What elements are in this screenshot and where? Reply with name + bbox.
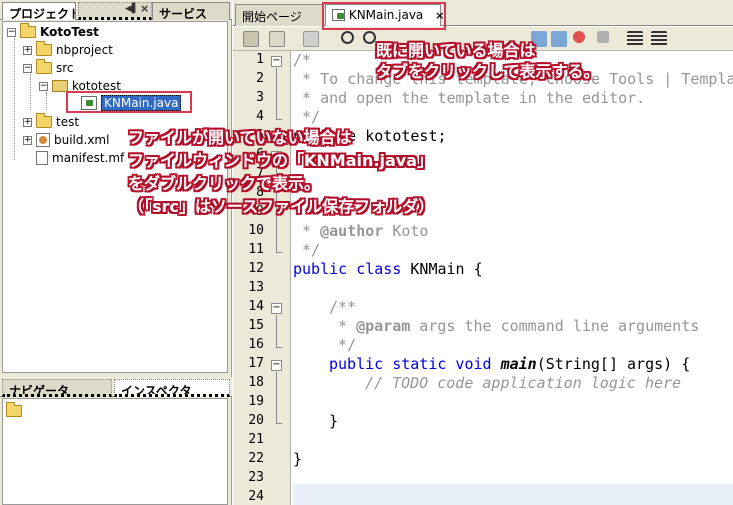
line-number: 10 (248, 223, 264, 238)
project-icon (20, 23, 36, 38)
fold-guide (276, 315, 277, 347)
line-number: 22 (248, 451, 264, 466)
file-icon (36, 151, 48, 165)
line-number: 1 (256, 52, 264, 67)
line-number: 2 (256, 71, 264, 86)
line-number: 24 (248, 489, 264, 504)
code-line-1: /* (293, 51, 312, 69)
expand-icon[interactable]: + (23, 45, 32, 55)
line-number: 14 (248, 299, 264, 314)
line-number: 18 (248, 375, 264, 390)
line-number: 11 (248, 242, 264, 257)
forward-icon[interactable] (303, 31, 319, 47)
tab-inspector[interactable]: インスペクタ (114, 379, 230, 397)
code-line-15: * @param args the command line arguments (329, 317, 700, 335)
project-tabbar: プロジェクト ◀▌ × サービス (0, 0, 232, 20)
folder-icon (6, 402, 22, 417)
tree-node-nbproject[interactable]: + nbproject (23, 41, 113, 58)
fold-guide (276, 372, 277, 423)
code-line-11: */ (293, 241, 321, 259)
fold-toggle-icon[interactable]: − (271, 56, 282, 67)
line-number: 20 (248, 413, 264, 428)
code-line-20: } (329, 412, 339, 430)
tab-highlight-box (322, 2, 446, 30)
inspector-panel (2, 398, 228, 505)
comment-icon[interactable] (627, 31, 643, 47)
code-line-17: public static void main(String[] args) { (329, 355, 691, 373)
line-number: 17 (248, 356, 264, 371)
code-line-16: */ (329, 336, 357, 354)
maximize-icon[interactable]: ◀▌ (125, 4, 139, 14)
code-line-22: } (293, 450, 303, 468)
left-panels: プロジェクト ◀▌ × サービス − KotoTest + nbproject … (0, 0, 232, 505)
fold-toggle-icon[interactable]: − (271, 303, 282, 314)
folder-icon (36, 41, 52, 56)
line-number: 15 (248, 318, 264, 333)
find-icon[interactable] (341, 31, 354, 44)
expand-icon[interactable]: + (23, 117, 32, 127)
tab-services[interactable]: サービス (152, 2, 230, 20)
code-line-12: public class KNMain { (293, 260, 483, 278)
line-number-gutter: 1 2 3 4 5 6 7 8 9 10 11 12 13 14 15 16 17 18 19 20 21 22 23 24−… (233, 51, 291, 505)
folder-icon (36, 59, 52, 74)
code-area[interactable]: /* * To change this template, choose Too… (293, 51, 733, 505)
fold-toggle-icon[interactable]: − (271, 360, 282, 371)
tree-node-manifest[interactable]: manifest.mf (36, 150, 124, 166)
uncomment-icon[interactable] (651, 31, 667, 47)
collapse-icon[interactable]: − (7, 27, 16, 37)
file-highlight-box (66, 91, 192, 113)
back-icon[interactable] (269, 31, 285, 47)
folder-icon (36, 113, 52, 128)
navigator-tabbar: ナビゲータ インスペクタ (0, 377, 232, 397)
line-number: 23 (248, 470, 264, 485)
code-line-10: * @author Koto (293, 222, 429, 240)
code-line-14: /** (329, 298, 357, 316)
line-number: 12 (248, 261, 264, 276)
close-icon[interactable]: × (140, 2, 149, 15)
annotation-double-click: ファイルが開いていない場合は ファイルウィンドウの「KNMain.java」 を… (128, 128, 435, 216)
fold-end (276, 347, 282, 348)
code-line-4: */ (293, 108, 321, 126)
tree-node-build[interactable]: + build.xml (23, 132, 109, 148)
expand-icon[interactable]: + (23, 135, 32, 145)
line-number: 4 (256, 109, 264, 124)
fold-guide (276, 68, 277, 119)
tab-start-page[interactable]: 開始ページ (235, 4, 323, 26)
tab-projects[interactable]: プロジェクト (2, 2, 76, 20)
last-edit-icon[interactable] (243, 31, 259, 47)
tree-node-test[interactable]: + test (23, 113, 79, 130)
line-number: 21 (248, 432, 264, 447)
xml-file-icon (36, 133, 50, 147)
tree-node-src[interactable]: − src (23, 59, 74, 76)
line-number: 3 (256, 90, 264, 105)
collapse-icon[interactable]: − (39, 81, 48, 91)
code-line-3: * and open the template in the editor. (293, 89, 646, 107)
fold-end (276, 119, 282, 120)
line-number: 13 (248, 280, 264, 295)
tree-node-project[interactable]: − KotoTest (7, 23, 99, 40)
line-number: 19 (248, 394, 264, 409)
line-number: 16 (248, 337, 264, 352)
editor-tabbar: 開始ページ KNMain.java × (233, 0, 733, 26)
find-previous-icon[interactable] (363, 31, 376, 44)
annotation-open-tab: 既に開いている場合は タブをクリックして表示する。 (376, 41, 600, 81)
tab-navigator[interactable]: ナビゲータ (2, 379, 112, 397)
collapse-icon[interactable]: − (23, 63, 32, 73)
current-line-highlight (293, 484, 733, 505)
fold-end (276, 252, 282, 253)
fold-end (276, 423, 282, 424)
code-line-18: // TODO code application logic here (365, 374, 682, 392)
